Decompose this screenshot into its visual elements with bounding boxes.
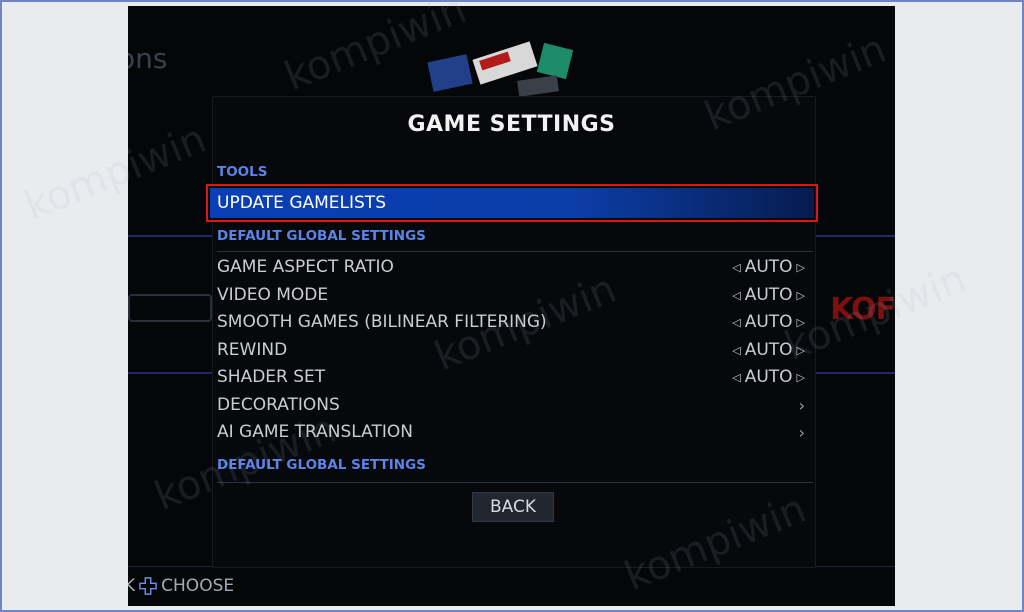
setting-value-selector[interactable]: ◁ AUTO ▷: [732, 340, 805, 360]
setting-value: AUTO: [744, 312, 793, 332]
section-default-global-settings-2: DEFAULT GLOBAL SETTINGS: [217, 457, 426, 473]
arrow-left-icon[interactable]: ◁: [732, 316, 740, 329]
footer-fragment: K: [128, 576, 136, 596]
chevron-right-icon: ›: [798, 422, 805, 442]
back-button[interactable]: BACK: [472, 492, 554, 522]
background-logo: KOF: [830, 292, 895, 327]
setting-value: AUTO: [744, 367, 793, 387]
choose-label: CHOOSE: [161, 576, 235, 596]
setting-video-mode[interactable]: VIDEO MODE ◁ AUTO ▷: [217, 282, 813, 308]
arrow-right-icon[interactable]: ▷: [797, 316, 805, 329]
arrow-right-icon[interactable]: ▷: [797, 371, 805, 384]
setting-label: SHADER SET: [217, 367, 326, 387]
arrow-left-icon[interactable]: ◁: [732, 344, 740, 357]
setting-value: AUTO: [744, 285, 793, 305]
dialog-title: GAME SETTINGS: [407, 112, 616, 137]
setting-rewind[interactable]: REWIND ◁ AUTO ▷: [217, 337, 813, 363]
selection-highlight: [206, 184, 818, 222]
section-divider: [217, 482, 813, 483]
setting-label: SMOOTH GAMES (BILINEAR FILTERING): [217, 312, 547, 332]
section-divider: [217, 251, 813, 252]
chevron-right-icon: ›: [798, 395, 805, 415]
menu-decorations[interactable]: DECORATIONS ›: [217, 392, 813, 418]
setting-value-selector[interactable]: ◁ AUTO ▷: [732, 312, 805, 332]
footer-help: K CHOOSE: [128, 576, 234, 596]
setting-label: GAME ASPECT RATIO: [217, 257, 394, 277]
arrow-left-icon[interactable]: ◁: [732, 289, 740, 302]
arrow-right-icon[interactable]: ▷: [797, 261, 805, 274]
setting-value: AUTO: [744, 340, 793, 360]
setting-value-selector[interactable]: ◁ AUTO ▷: [732, 367, 805, 387]
menu-label: AI GAME TRANSLATION: [217, 422, 413, 442]
system-logo: [128, 294, 212, 322]
setting-game-aspect-ratio[interactable]: GAME ASPECT RATIO ◁ AUTO ▷: [217, 254, 813, 280]
dpad-icon: [139, 577, 157, 595]
arrow-right-icon[interactable]: ▷: [797, 289, 805, 302]
arrow-left-icon[interactable]: ◁: [732, 261, 740, 274]
section-tools: TOOLS: [217, 164, 268, 180]
arrow-left-icon[interactable]: ◁: [732, 371, 740, 384]
menu-label: DECORATIONS: [217, 395, 340, 415]
section-default-global-settings: DEFAULT GLOBAL SETTINGS: [217, 228, 426, 244]
emulator-screen: ons KOF GAME SETTINGS TOOLS UPDATE GAMEL…: [128, 6, 895, 606]
setting-label: REWIND: [217, 340, 288, 360]
background-title: ons: [128, 42, 168, 75]
setting-shader-set[interactable]: SHADER SET ◁ AUTO ▷: [217, 364, 813, 390]
setting-label: VIDEO MODE: [217, 285, 329, 305]
arrow-right-icon[interactable]: ▷: [797, 344, 805, 357]
setting-value-selector[interactable]: ◁ AUTO ▷: [732, 257, 805, 277]
menu-ai-game-translation[interactable]: AI GAME TRANSLATION ›: [217, 419, 813, 445]
setting-smooth-games[interactable]: SMOOTH GAMES (BILINEAR FILTERING) ◁ AUTO…: [217, 309, 813, 335]
setting-value: AUTO: [744, 257, 793, 277]
setting-value-selector[interactable]: ◁ AUTO ▷: [732, 285, 805, 305]
